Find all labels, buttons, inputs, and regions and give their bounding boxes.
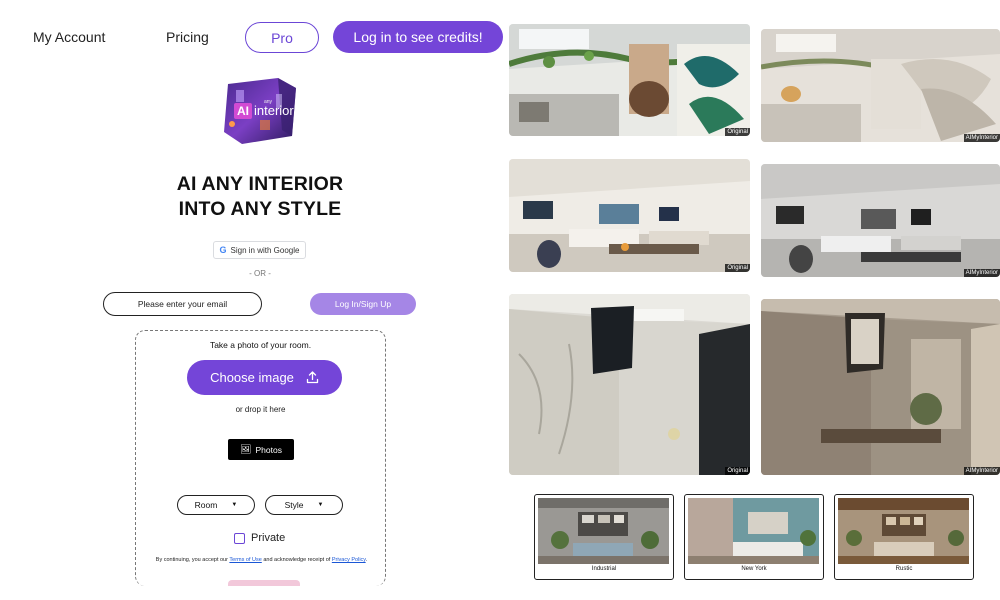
image-icon: 🖼 [240,444,252,454]
generate-button[interactable] [228,580,300,586]
login-credits-button[interactable]: Log in to see credits! [333,21,503,53]
logo-wordmark: any AI interior [234,99,294,119]
private-toggle[interactable]: Private [234,532,285,544]
choose-image-button[interactable]: Choose image [187,360,342,395]
example-result-2: AIMyInterior [761,164,1000,277]
nav-pricing[interactable]: Pricing [166,29,209,45]
page-title: AI ANY INTERIOR INTO ANY STYLE [176,173,344,220]
style-label: New York [741,566,767,572]
caret-down-icon: ▼ [231,502,238,508]
terms-of-use-link[interactable]: Terms of Use [229,557,261,563]
style-thumb [838,498,969,564]
style-label: Rustic [895,566,913,572]
logo: any AI interior [216,74,304,146]
drop-hint: or drop it here [235,405,286,414]
example-result-1: AIMyInterior [761,29,1000,142]
photos-button[interactable]: 🖼 Photos [228,439,294,460]
concrete-room-image [509,294,750,475]
privacy-policy-link[interactable]: Privacy Policy [332,557,366,563]
example-original-1: Original [509,24,750,136]
result-tag: AIMyInterior [963,269,1000,277]
upload-dropzone[interactable]: Take a photo of your room. Choose image … [135,330,386,586]
email-field[interactable] [103,292,262,316]
google-icon: G [219,245,227,255]
cafe-interior-image [509,24,750,136]
private-checkbox[interactable] [234,532,245,544]
upload-icon [306,371,319,384]
result-tag: AIMyInterior [963,134,1000,142]
style-card-new-york[interactable]: New York [684,494,824,580]
nav-my-account[interactable]: My Account [33,29,105,45]
living-room-styled-image [761,164,1000,277]
cafe-styled-image [761,29,1000,142]
style-thumb [688,498,819,564]
google-signin-button[interactable]: G Sign in with Google [213,241,306,259]
terms-notice: By continuing, you accept our Terms of U… [155,557,368,563]
upload-title: Take a photo of your room. [209,340,312,350]
style-label: Industrial [591,566,617,572]
caret-down-icon: ▼ [317,502,324,508]
example-result-3: AIMyInterior [761,299,1000,475]
style-card-rustic[interactable]: Rustic [834,494,974,580]
login-signup-button[interactable]: Log In/Sign Up [310,293,416,315]
or-divider: - OR - [249,269,271,278]
industrial-room-image [538,498,669,564]
rustic-room-image [838,498,969,564]
new-york-room-image [688,498,819,564]
living-room-image [509,159,750,272]
original-tag: Original [725,264,750,272]
original-tag: Original [725,128,750,136]
style-thumb [538,498,669,564]
style-select[interactable]: Style ▼ [265,495,343,515]
result-tag: AIMyInterior [963,467,1000,475]
example-original-3: Original [509,294,750,475]
concrete-room-styled-image [761,299,1000,475]
room-select[interactable]: Room ▼ [177,495,255,515]
pro-button[interactable]: Pro [245,22,319,53]
example-original-2: Original [509,159,750,272]
style-card-industrial[interactable]: Industrial [534,494,674,580]
original-tag: Original [725,467,750,475]
